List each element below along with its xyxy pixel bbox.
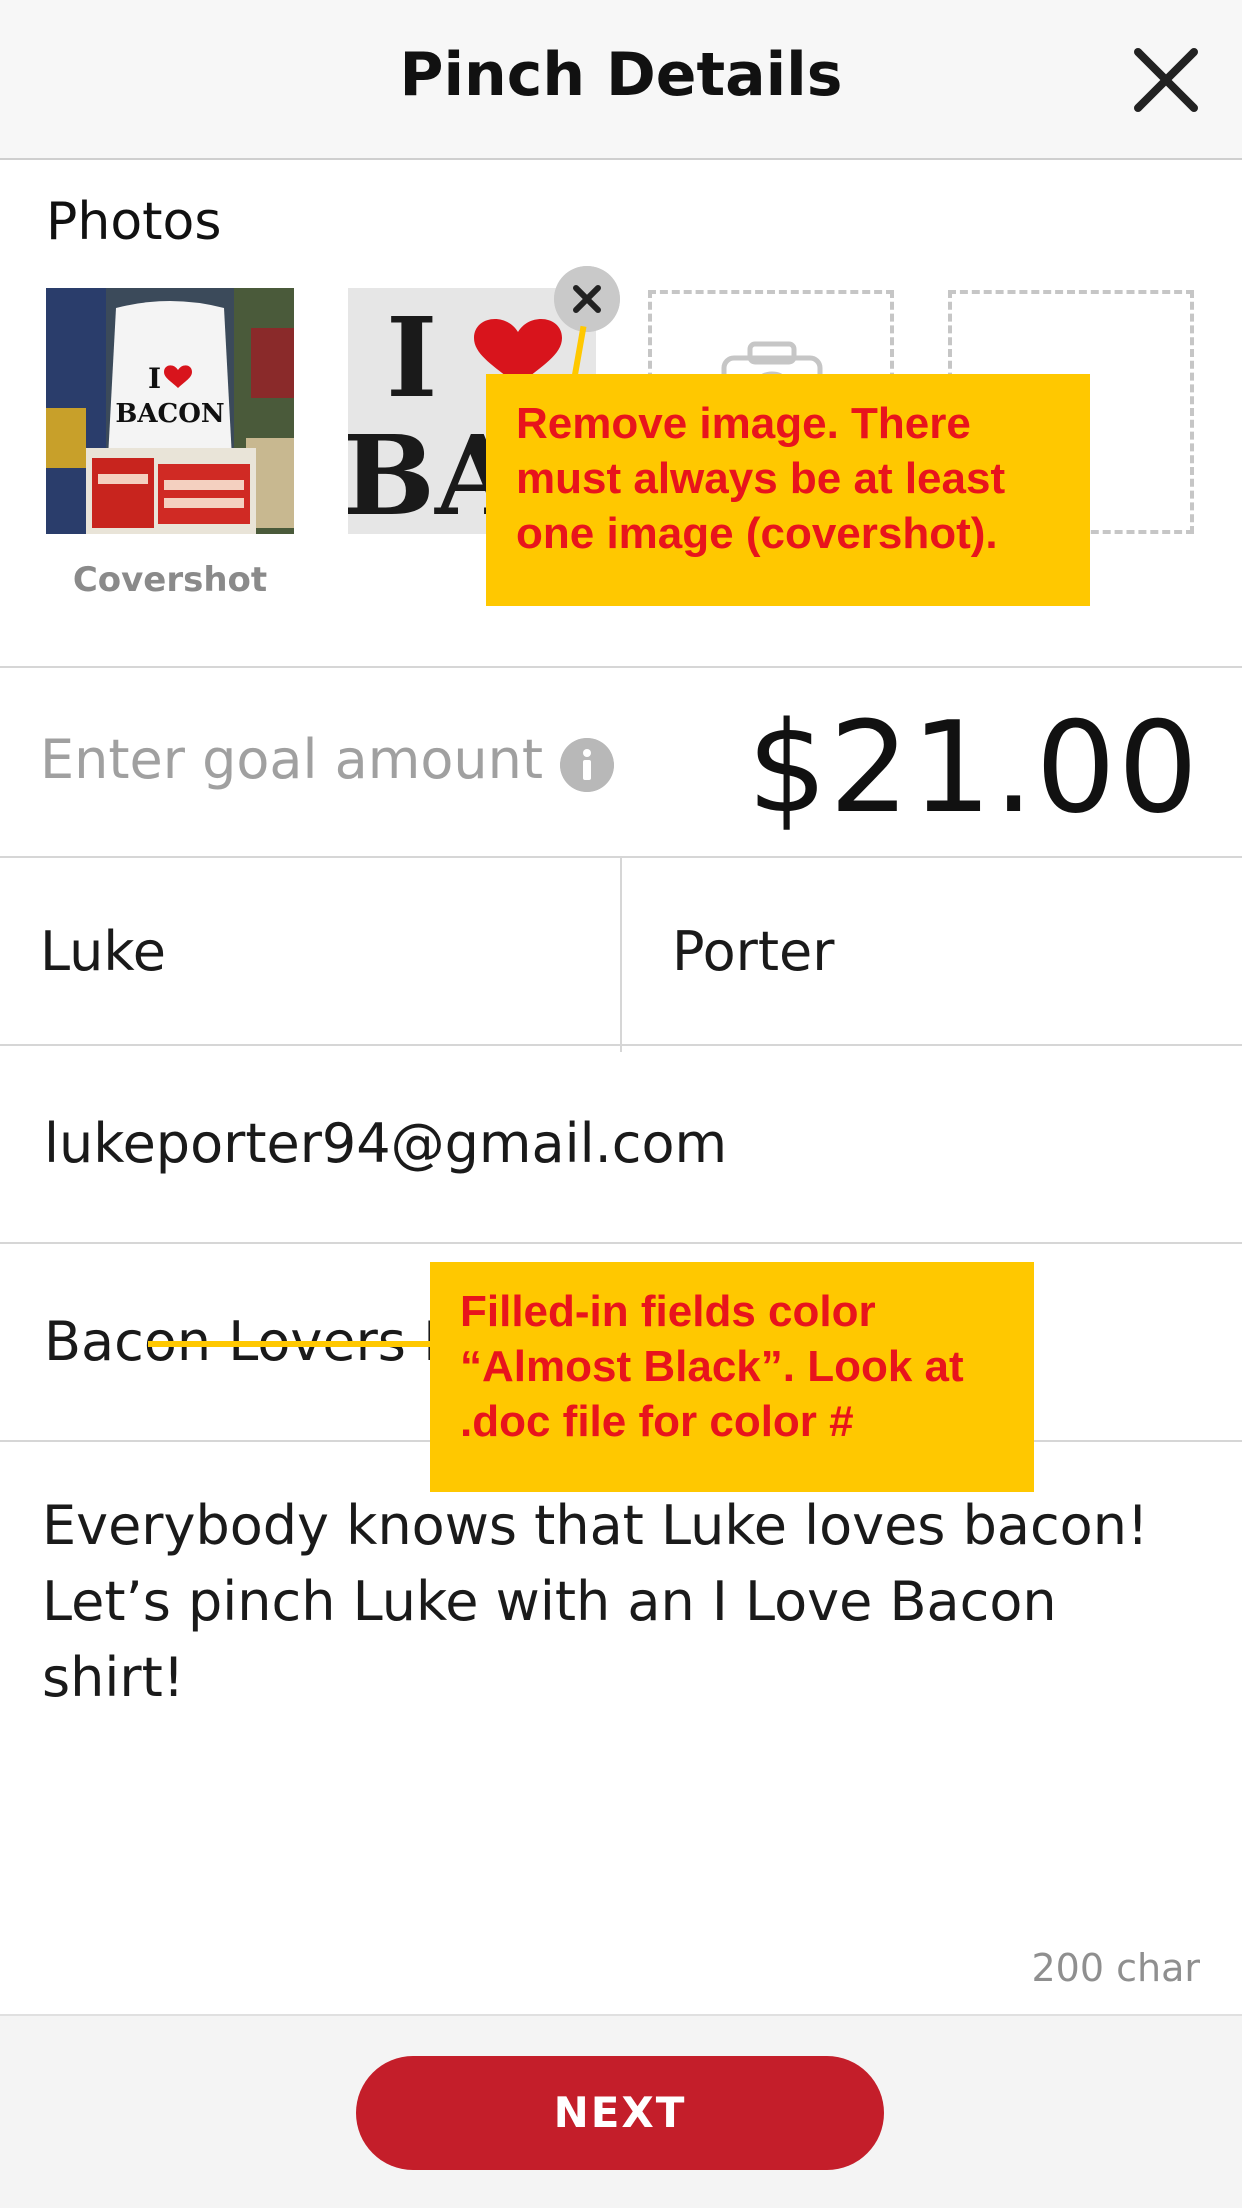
goal-amount-label: Enter goal amount <box>40 728 544 791</box>
divider <box>0 1242 1242 1244</box>
divider <box>620 856 622 1052</box>
close-icon[interactable] <box>1128 42 1204 118</box>
photos-section-label: Photos <box>46 192 222 252</box>
last-name-field[interactable]: Porter <box>672 920 834 983</box>
photo-thumbnail-covershot[interactable]: I BACON <box>46 288 294 534</box>
goal-amount-input[interactable]: $21.00 <box>747 694 1200 841</box>
bacon-shirt-display-image: I BACON <box>46 288 294 534</box>
annotation-remove-image: Remove image. There must always be at le… <box>486 374 1090 606</box>
description-line: Let’s pinch Luke with an I Love Bacon sh… <box>42 1570 1057 1709</box>
shirt-text-bacon: BACON <box>115 399 224 429</box>
annotation-filled-fields-color: Filled-in fields color “Almost Black”. L… <box>430 1262 1034 1492</box>
first-name-field[interactable]: Luke <box>40 920 166 983</box>
char-count: 200 char <box>1031 1946 1201 1990</box>
covershot-label: Covershot <box>72 560 268 600</box>
info-icon[interactable] <box>560 738 614 792</box>
close-circle-icon[interactable] <box>554 266 620 332</box>
divider <box>0 1044 1242 1046</box>
next-button[interactable]: NEXT <box>356 2056 884 2170</box>
divider <box>0 666 1242 668</box>
shirt-text-i: I <box>148 362 161 395</box>
annotation-connector <box>148 1341 438 1347</box>
description-textarea[interactable]: Everybody knows that Luke loves bacon! L… <box>42 1488 1202 1716</box>
top-bar: Pinch Details <box>0 0 1242 160</box>
email-field[interactable]: lukeporter94@gmail.com <box>44 1112 727 1175</box>
description-line: Everybody knows that Luke loves bacon! <box>42 1494 1149 1557</box>
page-title: Pinch Details <box>399 40 843 110</box>
shirt-closeup-text-i: I <box>386 293 437 422</box>
